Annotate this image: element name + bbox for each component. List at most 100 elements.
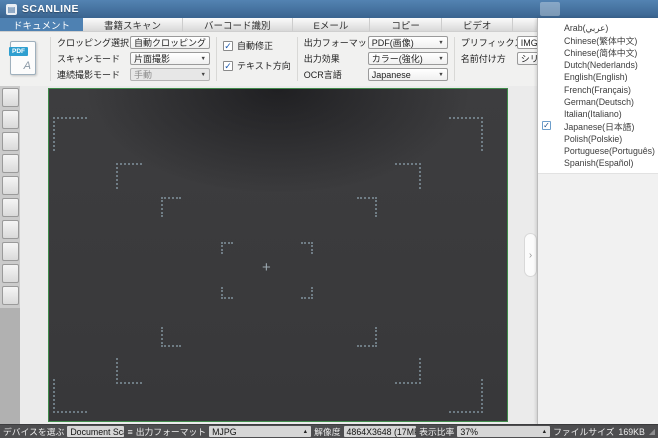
lang-arabic[interactable]: Arab(عربي) xyxy=(538,22,658,34)
lang-spanish[interactable]: Spanish(Español) xyxy=(538,157,658,169)
divider xyxy=(297,37,298,81)
chevron-right-icon: › xyxy=(529,250,532,261)
rotate-left-icon[interactable] xyxy=(2,88,19,107)
app-logo-icon: ▤ xyxy=(6,4,17,15)
lang-german[interactable]: German(Deutsch) xyxy=(538,96,658,108)
tab-document[interactable]: ドキュメント xyxy=(0,18,83,31)
size-marker-corner xyxy=(357,197,377,217)
chevron-down-icon: ▼ xyxy=(209,40,210,46)
check-icon xyxy=(542,134,551,143)
tab-video[interactable]: ビデオ xyxy=(442,18,514,31)
size-marker-corner xyxy=(357,327,377,347)
maximize-icon[interactable] xyxy=(609,2,629,16)
output-format-preview: PDF A xyxy=(2,35,44,81)
lang-french[interactable]: French(Français) xyxy=(538,83,658,95)
zoom-in-icon[interactable] xyxy=(2,132,19,151)
setting-label: OCR言語 xyxy=(304,68,368,81)
lang-chinese-traditional[interactable]: Chinese(繁体中文) xyxy=(538,34,658,46)
chevron-down-icon: ▼ xyxy=(201,56,206,62)
dot-grid-icon[interactable] xyxy=(2,220,19,239)
lang-portuguese[interactable]: Portuguese(Português) xyxy=(538,145,658,157)
size-marker-corner xyxy=(221,287,233,299)
setting-label: スキャンモード xyxy=(57,52,130,65)
app-window: ▤ SCANLINE ドキュメント書籍スキャンバーコード識別Eメールコピービデオ… xyxy=(0,0,658,438)
auto-correct-checkbox[interactable]: ✓ 自動修正 xyxy=(223,39,291,52)
device-settings-icon[interactable]: ≡ xyxy=(127,427,132,437)
size-marker-corner xyxy=(395,163,421,189)
stamp-icon[interactable] xyxy=(2,198,19,217)
zoom-select[interactable]: 37% ▲ xyxy=(457,426,550,437)
output-format-select: 出力フォーマット PDF(画像) ▼ xyxy=(304,36,448,49)
check-icon xyxy=(542,23,551,32)
size-marker-corner xyxy=(53,117,87,151)
panel-collapse-handle[interactable]: › xyxy=(524,233,537,277)
lang-polish[interactable]: Polish(Polskie) xyxy=(538,133,658,145)
app-title: SCANLINE xyxy=(22,3,79,15)
filesize-label: ファイルサイズ xyxy=(553,425,614,438)
chevron-down-icon: ▼ xyxy=(201,72,206,78)
globe-icon[interactable] xyxy=(540,2,560,16)
dashed-area-icon[interactable] xyxy=(2,242,19,261)
size-marker-corner xyxy=(301,242,313,254)
size-marker-corner xyxy=(161,197,181,217)
tab-email[interactable]: Eメール xyxy=(293,18,371,31)
language-panel: Arab(عربي) Chinese(繁体中文) Chinese(简体中文) D… xyxy=(537,18,658,424)
lang-english[interactable]: English(English) xyxy=(538,71,658,83)
check-icon xyxy=(542,48,551,57)
lang-italian[interactable]: Italian(Italiano) xyxy=(538,108,658,120)
check-icon xyxy=(542,109,551,118)
filesize-value: 169KB xyxy=(618,427,644,437)
resize-grip-icon[interactable]: ◢ xyxy=(649,427,655,436)
checkbox-icon: ✓ xyxy=(223,61,233,71)
output-effect-select: 出力効果 カラー(強化) ▼ xyxy=(304,52,448,65)
camera-preview[interactable]: + xyxy=(48,88,508,422)
zoom-out-icon[interactable] xyxy=(2,154,19,173)
tab-barcode[interactable]: バーコード識別 xyxy=(183,18,293,31)
crop-select-icon[interactable] xyxy=(2,264,19,283)
lang-japanese[interactable]: ✓ Japanese(日本語) xyxy=(538,120,658,132)
resolution-select[interactable]: 4864X3648 (17MP) ▲ xyxy=(344,426,417,437)
device-select[interactable]: Document Sca ▲ xyxy=(67,426,124,437)
check-icon xyxy=(542,72,551,81)
setting-combo[interactable]: PDF(画像) ▼ xyxy=(368,36,448,49)
divider xyxy=(454,37,455,81)
setting-combo[interactable]: 片面撮影 ▼ xyxy=(130,52,210,65)
lang-chinese-simplified[interactable]: Chinese(简体中文) xyxy=(538,47,658,59)
setting-combo[interactable]: 手動 ▼ xyxy=(130,68,210,81)
setting-combo[interactable]: 自動クロッピング ▼ xyxy=(130,36,210,49)
cropping-select: クロッピング選択 自動クロッピング ▼ xyxy=(57,36,210,49)
left-toolbar xyxy=(0,86,20,424)
rotate-right-icon[interactable] xyxy=(2,110,19,129)
continuous-mode-select: 連続撮影モード 手動 ▼ xyxy=(57,68,210,81)
gear-icon[interactable] xyxy=(563,2,583,16)
check-icon xyxy=(542,60,551,69)
setting-label: プリフィックス xyxy=(461,36,517,49)
ocr-language-select: OCR言語 Japanese ▼ xyxy=(304,68,448,81)
chevron-down-icon: ▼ xyxy=(438,72,443,78)
settings-column-2: 出力フォーマット PDF(画像) ▼ 出力効果 カラー(強化) ▼ OCR言語 … xyxy=(304,35,448,81)
close-icon[interactable] xyxy=(632,2,652,16)
panel-filler xyxy=(538,173,658,424)
setting-label: 出力フォーマット xyxy=(304,36,368,49)
minimize-icon[interactable] xyxy=(586,2,606,16)
setting-combo[interactable]: Japanese ▼ xyxy=(368,68,448,81)
camera-icon[interactable] xyxy=(2,286,19,305)
format-label: 出力フォーマット xyxy=(136,425,206,438)
toolbar-filler xyxy=(0,308,20,424)
checkbox-icon: ✓ xyxy=(223,41,233,51)
setting-combo[interactable]: カラー(強化) ▼ xyxy=(368,52,448,65)
size-marker-corner xyxy=(301,287,313,299)
size-marker-corner xyxy=(449,117,483,151)
tab-copy[interactable]: コピー xyxy=(370,18,442,31)
tab-book-scan[interactable]: 書籍スキャン xyxy=(83,18,183,31)
size-marker-corner xyxy=(449,379,483,413)
actual-size-icon[interactable] xyxy=(2,176,19,195)
lang-dutch[interactable]: Dutch(Nederlands) xyxy=(538,59,658,71)
language-menu: Arab(عربي) Chinese(繁体中文) Chinese(简体中文) D… xyxy=(538,18,658,173)
format-select[interactable]: MJPG ▲ xyxy=(209,426,311,437)
text-direction-checkbox[interactable]: ✓ テキスト方向 xyxy=(223,59,291,72)
check-icon xyxy=(542,146,551,155)
size-marker-corner xyxy=(221,242,233,254)
size-marker-corner xyxy=(395,358,421,384)
divider xyxy=(216,37,217,81)
